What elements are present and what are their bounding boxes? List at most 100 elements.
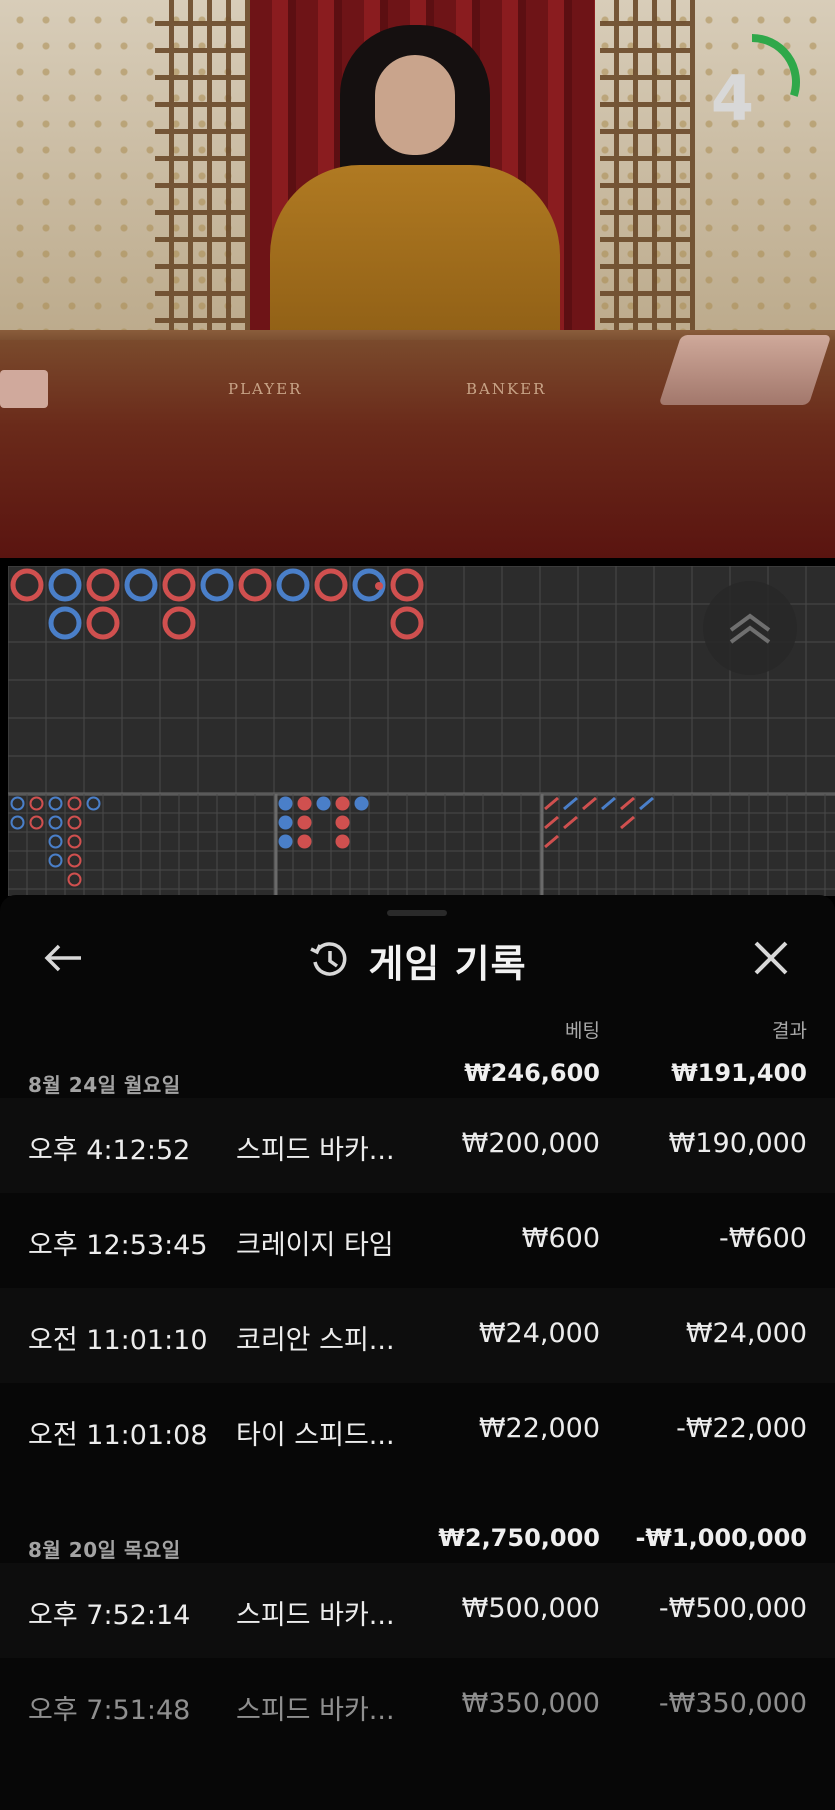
record-game: 크레이지 타임 xyxy=(236,1230,394,1261)
history-record-row[interactable]: 오후 4:12:52 스피드 바카... ₩200,000 ₩190,000 xyxy=(0,1098,835,1193)
big-road-mark xyxy=(48,606,82,640)
big-road-mark xyxy=(390,568,424,602)
big-eye-boy-mark xyxy=(67,872,82,887)
history-record-row[interactable]: 오전 11:01:08 타이 스피드... ₩22,000 -₩22,000 xyxy=(0,1383,835,1478)
big-eye-boy-mark xyxy=(67,834,82,849)
card-shoe xyxy=(658,335,832,405)
cockroach-pig-mark xyxy=(582,796,597,811)
record-game: 스피드 바카... xyxy=(236,1135,395,1166)
small-road-mark xyxy=(354,796,369,811)
small-road-mark xyxy=(335,796,350,811)
record-time: 오후 12:53:45 xyxy=(28,1230,208,1261)
live-video-feed: PLAYER BANKER 4 xyxy=(0,0,835,558)
history-record-row[interactable]: 오전 11:01:10 코리안 스피... ₩24,000 ₩24,000 xyxy=(0,1288,835,1383)
countdown-number: 4 xyxy=(710,62,755,135)
player-table-label: PLAYER xyxy=(228,380,303,398)
big-road-mark xyxy=(200,568,234,602)
big-eye-boy-mark xyxy=(48,796,63,811)
small-road-mark xyxy=(335,834,350,849)
small-road-mark xyxy=(297,815,312,830)
record-result: -₩600 xyxy=(719,1223,807,1254)
record-bet: ₩500,000 xyxy=(461,1593,600,1624)
collapse-roadmap-button[interactable] xyxy=(703,581,797,675)
column-header-bet: 베팅 xyxy=(565,1020,600,1042)
big-road-mark xyxy=(10,568,44,602)
record-game: 스피드 바카... xyxy=(236,1600,395,1631)
record-result: -₩22,000 xyxy=(676,1413,807,1444)
big-eye-boy-mark xyxy=(86,796,101,811)
banker-table-label: BANKER xyxy=(466,380,547,398)
lattice-screen-right xyxy=(600,0,695,345)
page-title: 게임 기록 xyxy=(368,941,527,986)
small-road-mark xyxy=(335,815,350,830)
record-game: 스피드 바카... xyxy=(236,1695,395,1726)
big-eye-boy-mark xyxy=(48,853,63,868)
record-game: 코리안 스피... xyxy=(236,1325,395,1356)
record-result: -₩500,000 xyxy=(658,1593,807,1624)
double-chevron-up-icon xyxy=(729,613,771,644)
big-road-mark xyxy=(86,568,120,602)
cockroach-pig-mark xyxy=(563,796,578,811)
day-summary-row: 8월 24일 월요일 ₩246,600 ₩191,400 xyxy=(0,1055,835,1097)
small-road-mark xyxy=(297,796,312,811)
close-icon xyxy=(754,941,788,975)
cockroach-pig-mark xyxy=(620,815,635,830)
sheet-grabber[interactable] xyxy=(387,910,447,916)
record-bet: ₩22,000 xyxy=(478,1413,600,1444)
record-result: -₩350,000 xyxy=(658,1688,807,1719)
big-eye-boy-mark xyxy=(10,815,25,830)
record-time: 오후 7:52:14 xyxy=(28,1600,191,1631)
record-time: 오전 11:01:08 xyxy=(28,1420,208,1451)
history-record-row[interactable]: 오후 7:51:48 스피드 바카... ₩350,000 -₩350,000 xyxy=(0,1658,835,1753)
cockroach-pig-mark xyxy=(563,815,578,830)
back-button[interactable] xyxy=(38,933,88,983)
big-eye-boy-mark xyxy=(29,796,44,811)
arrow-left-icon xyxy=(44,944,81,972)
day-summary-row: 8월 20일 목요일 ₩2,750,000 -₩1,000,000 xyxy=(0,1520,835,1562)
day-bet-total: ₩2,750,000 xyxy=(438,1524,600,1552)
big-road-mark xyxy=(314,568,348,602)
day-date: 8월 20일 목요일 xyxy=(28,1538,181,1562)
record-result: ₩190,000 xyxy=(668,1128,807,1159)
history-icon xyxy=(310,942,347,976)
big-road-mark xyxy=(86,606,120,640)
close-button[interactable] xyxy=(746,933,796,983)
cockroach-pig-mark xyxy=(601,796,616,811)
big-road-mark xyxy=(390,606,424,640)
small-road-mark xyxy=(278,834,293,849)
big-eye-boy-mark xyxy=(48,815,63,830)
record-time: 오전 11:01:10 xyxy=(28,1325,208,1356)
cockroach-pig-mark xyxy=(544,815,559,830)
record-bet: ₩200,000 xyxy=(461,1128,600,1159)
small-road-mark xyxy=(316,796,331,811)
big-road-mark xyxy=(162,568,196,602)
small-road-mark xyxy=(278,815,293,830)
record-game: 타이 스피드... xyxy=(236,1420,395,1451)
big-eye-boy-mark xyxy=(48,834,63,849)
big-road-mark xyxy=(276,568,310,602)
column-header-result: 결과 xyxy=(772,1020,807,1042)
big-road-mark xyxy=(48,568,82,602)
cockroach-pig-mark xyxy=(620,796,635,811)
card-box xyxy=(0,370,48,408)
day-result-total: -₩1,000,000 xyxy=(635,1524,807,1552)
big-road-mark xyxy=(238,568,272,602)
history-record-row[interactable]: 오후 7:52:14 스피드 바카... ₩500,000 -₩500,000 xyxy=(0,1563,835,1658)
big-road-mark xyxy=(124,568,158,602)
big-eye-boy-mark xyxy=(67,796,82,811)
record-bet: ₩600 xyxy=(521,1223,600,1254)
day-date: 8월 24일 월요일 xyxy=(28,1073,181,1097)
record-time: 오후 4:12:52 xyxy=(28,1135,191,1166)
big-road-mark xyxy=(162,606,196,640)
day-result-total: ₩191,400 xyxy=(671,1059,807,1087)
record-result: ₩24,000 xyxy=(685,1318,807,1349)
cockroach-pig-mark xyxy=(639,796,654,811)
big-eye-boy-mark xyxy=(10,796,25,811)
history-record-row[interactable]: 오후 12:53:45 크레이지 타임 ₩600 -₩600 xyxy=(0,1193,835,1288)
title-group: 게임 기록 xyxy=(0,925,835,995)
record-bet: ₩24,000 xyxy=(478,1318,600,1349)
big-eye-boy-mark xyxy=(67,815,82,830)
column-headers: 베팅 결과 xyxy=(0,1016,835,1042)
small-road-mark xyxy=(297,834,312,849)
cockroach-pig-mark xyxy=(544,834,559,849)
